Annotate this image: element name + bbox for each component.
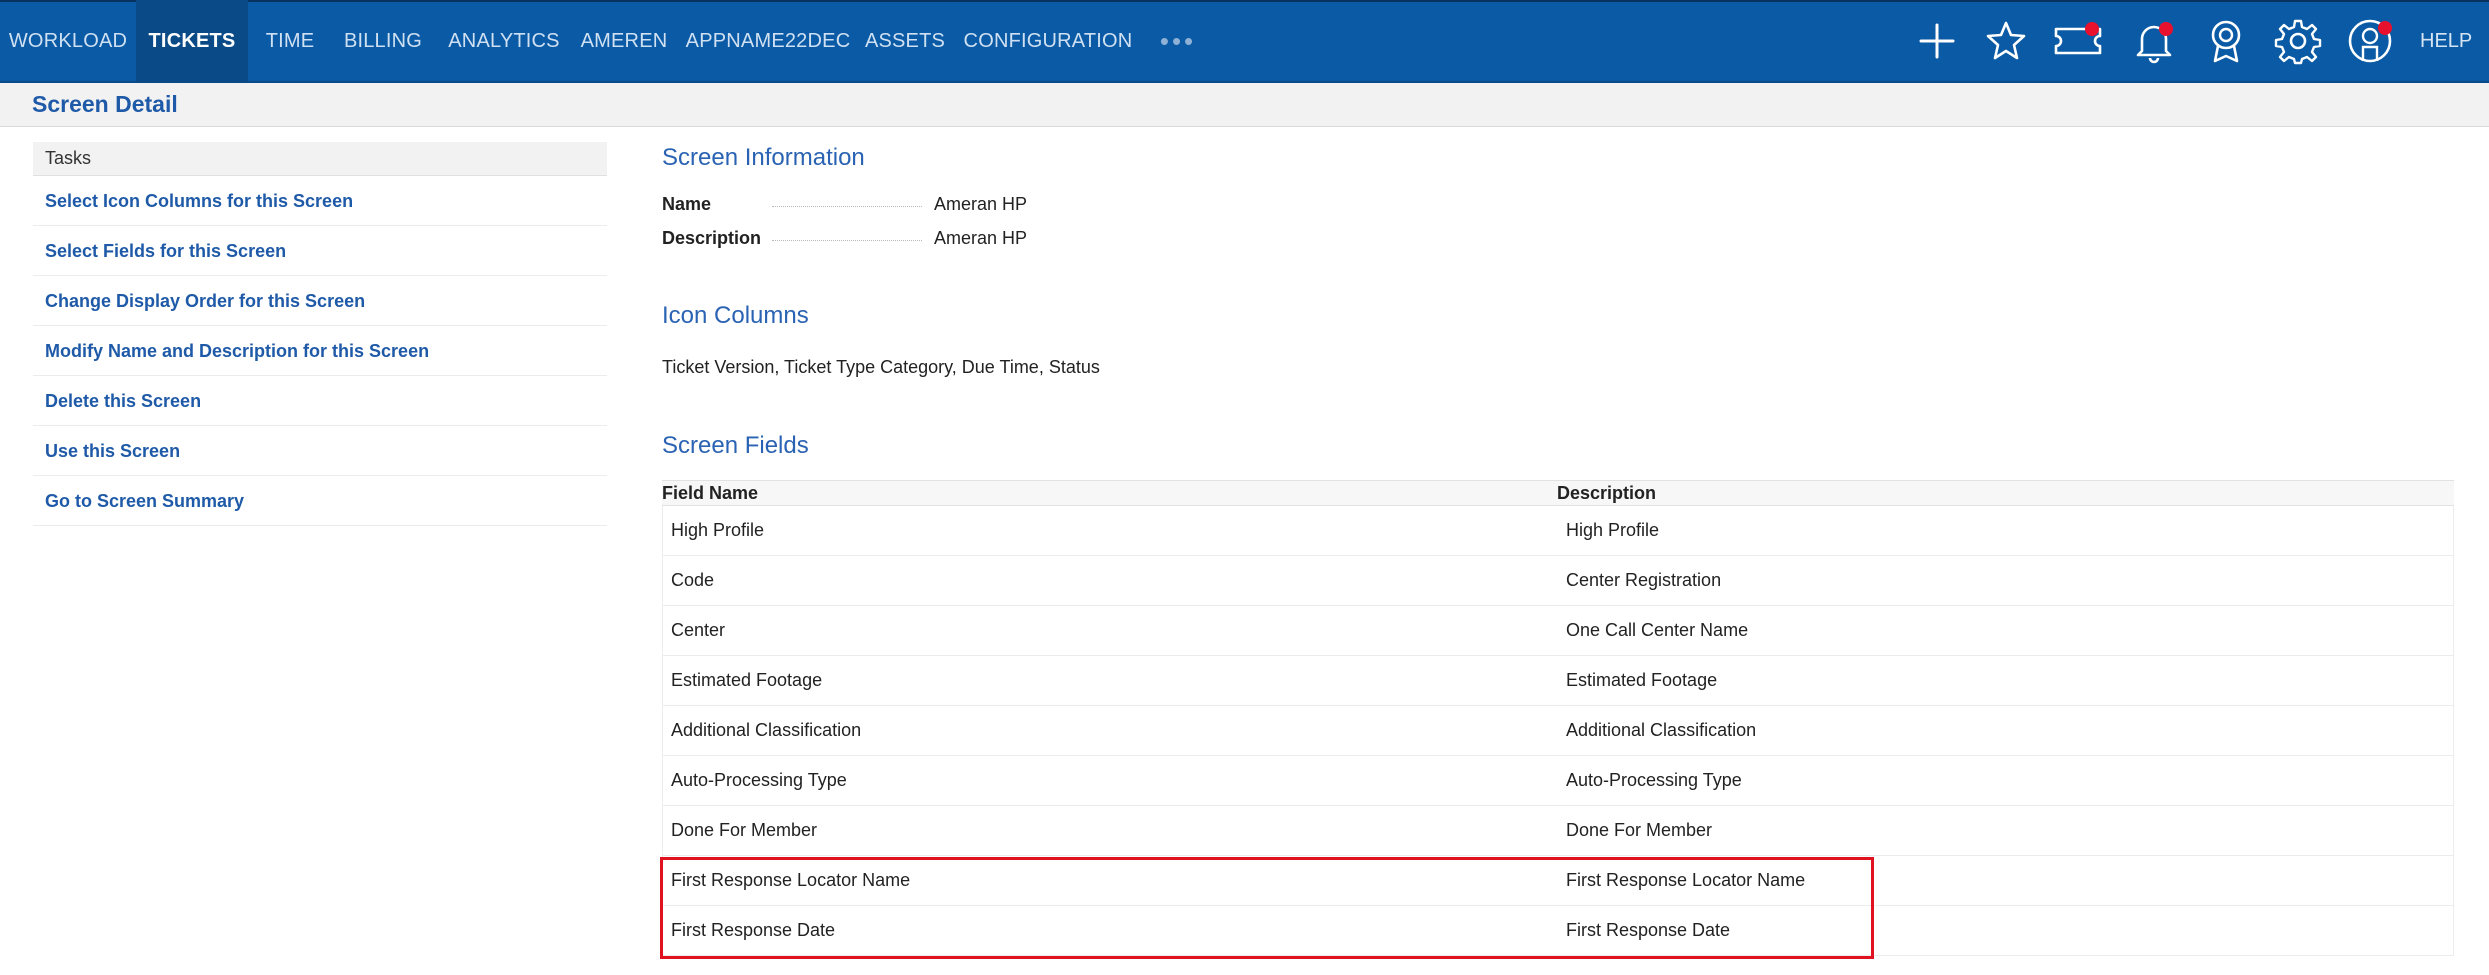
tasks-panel: Tasks Select Icon Columns for this Scree… (33, 142, 607, 526)
field-description-cell: One Call Center Name (1566, 620, 1749, 640)
main-nav: WORKLOAD TICKETS TIME BILLING ANALYTICS … (0, 0, 1208, 83)
name-label: Name (662, 194, 712, 214)
name-leader (772, 206, 922, 207)
description-label: Description (662, 228, 762, 248)
table-row: Code Center Registration (662, 556, 2454, 606)
table-row: Auto-Processing Type Auto-Processing Typ… (662, 756, 2454, 806)
nav-configuration[interactable]: CONFIGURATION (948, 0, 1148, 83)
nav-workload[interactable]: WORKLOAD (0, 0, 136, 83)
task-change-display-order[interactable]: Change Display Order for this Screen (33, 276, 607, 326)
tasks-header: Tasks (33, 142, 607, 176)
description-row: Description Ameran HP (662, 228, 1027, 249)
field-name-cell: Center (671, 620, 726, 640)
nav-tickets[interactable]: TICKETS (136, 0, 248, 83)
fields-table-header: Field Name Description (662, 480, 2454, 506)
user-badge (2378, 21, 2392, 35)
table-row: First Response Date First Response Date (662, 906, 2454, 956)
ticket-icon[interactable] (2054, 17, 2102, 65)
subheader: Screen Detail (0, 83, 2489, 127)
name-value: Ameran HP (934, 194, 1028, 214)
task-select-fields[interactable]: Select Fields for this Screen (33, 226, 607, 276)
nav-analytics[interactable]: ANALYTICS (434, 0, 574, 83)
table-row: First Response Locator Name First Respon… (662, 856, 2454, 906)
task-select-icon-columns[interactable]: Select Icon Columns for this Screen (33, 176, 607, 226)
task-use-screen[interactable]: Use this Screen (33, 426, 607, 476)
nav-more-button[interactable]: ••• (1148, 0, 1208, 83)
nav-time[interactable]: TIME (248, 0, 332, 83)
top-navigation-bar: WORKLOAD TICKETS TIME BILLING ANALYTICS … (0, 0, 2489, 83)
award-icon[interactable] (2202, 17, 2250, 65)
task-modify-name-description[interactable]: Modify Name and Description for this Scr… (33, 326, 607, 376)
icon-columns-title: Icon Columns (662, 302, 809, 329)
table-row: Estimated Footage Estimated Footage (662, 656, 2454, 706)
field-description-cell: Done For Member (1566, 820, 1713, 840)
plus-icon[interactable] (1913, 17, 1961, 65)
screen-information-title: Screen Information (662, 144, 865, 171)
name-row: Name Ameran HP (662, 194, 1027, 215)
field-name-cell: Done For Member (671, 820, 818, 840)
field-description-cell: Center Registration (1566, 570, 1722, 590)
field-description-cell: Auto-Processing Type (1566, 770, 1742, 790)
field-name-cell: Additional Classification (671, 720, 862, 740)
bell-icon[interactable] (2130, 17, 2178, 65)
screen-fields-title: Screen Fields (662, 432, 809, 459)
table-row: Done For Member Done For Member (662, 806, 2454, 856)
description-value: Ameran HP (934, 228, 1028, 248)
help-link[interactable]: HELP (2420, 0, 2472, 83)
bell-badge (2159, 22, 2173, 36)
gear-icon[interactable] (2274, 17, 2322, 65)
table-row: Additional Classification Additional Cla… (662, 706, 2454, 756)
user-icon[interactable] (2346, 17, 2394, 65)
field-description-cell: High Profile (1566, 520, 1660, 540)
task-go-to-screen-summary[interactable]: Go to Screen Summary (33, 476, 607, 526)
icon-columns-value: Ticket Version, Ticket Type Category, Du… (662, 357, 1100, 377)
field-description-cell: Additional Classification (1566, 720, 1757, 740)
column-field-name: Field Name (662, 483, 759, 503)
field-description-cell: Estimated Footage (1566, 670, 1718, 690)
column-description: Description (1557, 483, 1657, 503)
field-description-cell: First Response Date (1566, 920, 1731, 940)
table-row: High Profile High Profile (662, 506, 2454, 556)
description-leader (772, 240, 922, 241)
nav-assets[interactable]: ASSETS (862, 0, 948, 83)
field-name-cell: Estimated Footage (671, 670, 823, 690)
task-delete-screen[interactable]: Delete this Screen (33, 376, 607, 426)
field-description-cell: First Response Locator Name (1566, 870, 1806, 890)
field-name-cell: First Response Date (671, 920, 836, 940)
ticket-badge (2085, 22, 2099, 36)
nav-appname22dec[interactable]: APPNAME22DEC (674, 0, 862, 83)
nav-billing[interactable]: BILLING (332, 0, 434, 83)
page-title: Screen Detail (32, 91, 178, 117)
star-icon[interactable] (1982, 17, 2030, 65)
field-name-cell: First Response Locator Name (671, 870, 911, 890)
field-name-cell: Auto-Processing Type (671, 770, 847, 790)
table-row: Center One Call Center Name (662, 606, 2454, 656)
field-name-cell: Code (671, 570, 715, 590)
nav-ameren[interactable]: AMEREN (574, 0, 674, 83)
field-name-cell: High Profile (671, 520, 765, 540)
